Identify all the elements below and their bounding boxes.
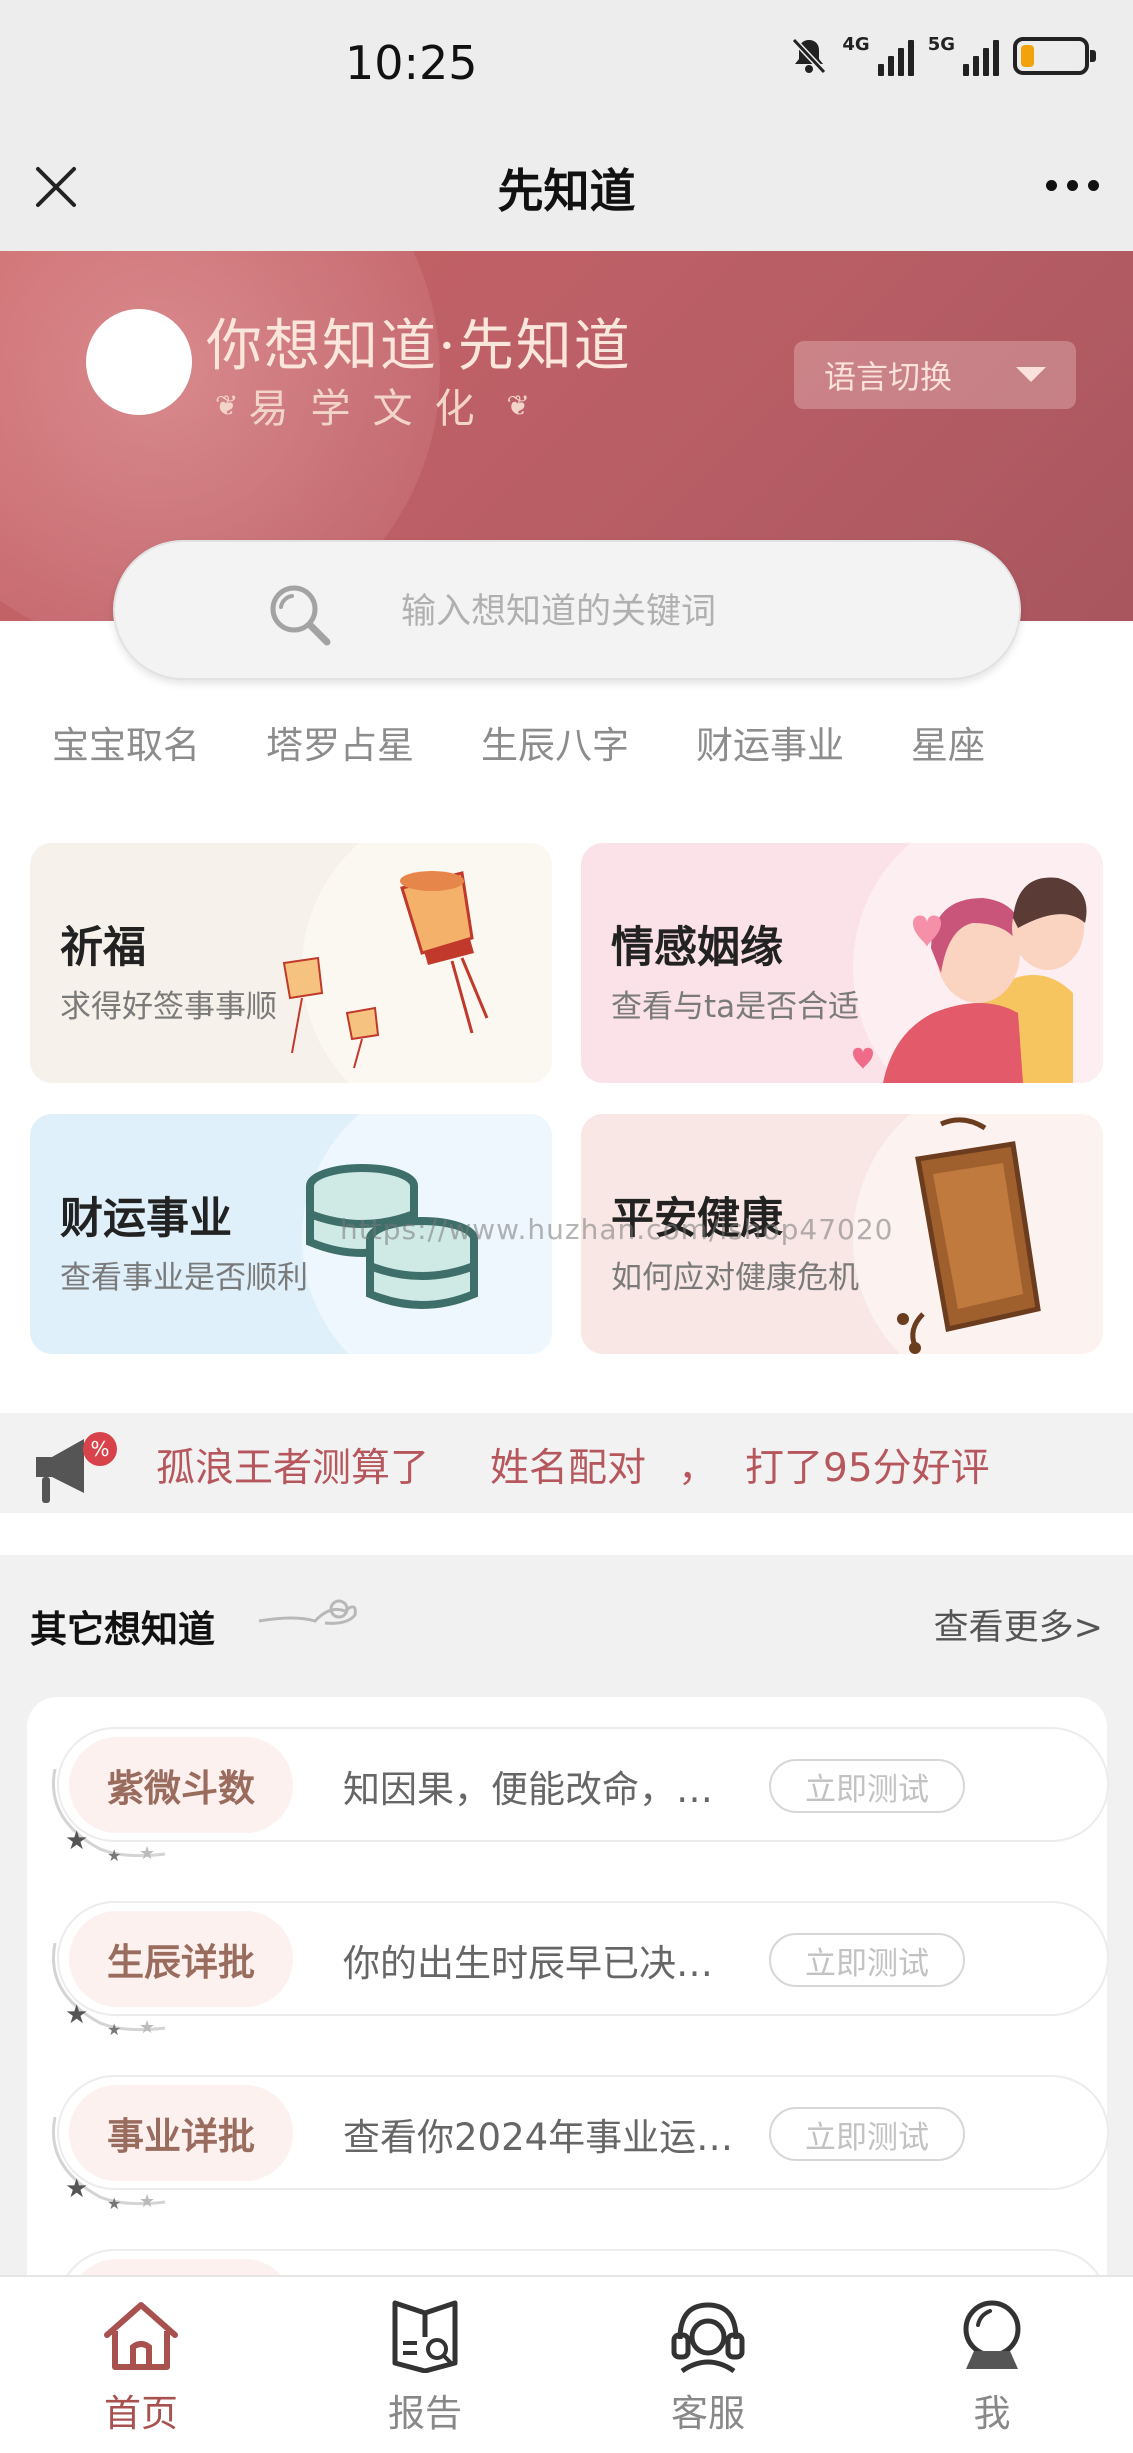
- item-name: 紫微斗数: [69, 1737, 293, 1833]
- hot-tag[interactable]: 财运事业: [696, 715, 844, 769]
- lantern-icon: [282, 871, 489, 1069]
- other-section: 其它想知道 查看更多> ★ ★ ★ 紫微斗数 知因果，便能改命，… 立即测试 ★…: [0, 1555, 1133, 2364]
- language-switch-button[interactable]: 语言切换: [794, 341, 1076, 409]
- list-item[interactable]: ★ ★ ★ 紫微斗数 知因果，便能改命，… 立即测试: [52, 1727, 1109, 1865]
- item-name: 事业详批: [69, 2085, 293, 2181]
- card-subtitle: 如何应对健康危机: [611, 1260, 859, 1296]
- svg-text:★: ★: [65, 1826, 88, 1856]
- headset-icon: [671, 2302, 745, 2373]
- cloud-ornament-icon: ❦: [506, 388, 530, 422]
- caret-down-icon: [1016, 367, 1046, 382]
- svg-text:★: ★: [139, 2017, 155, 2038]
- card-title: 祈福: [60, 923, 146, 973]
- test-now-button[interactable]: 立即测试: [769, 2107, 965, 2161]
- item-description: 查看你2024年事业运…: [343, 2116, 734, 2159]
- notice-rating: 打了95分好评: [745, 1446, 990, 1491]
- tab-me[interactable]: 我: [912, 2297, 1072, 2437]
- card-title: 财运事业: [60, 1194, 232, 1244]
- other-list: ★ ★ ★ 紫微斗数 知因果，便能改命，… 立即测试 ★ ★ ★ 生辰详批 你的…: [27, 1697, 1109, 2364]
- hot-tag[interactable]: 生辰八字: [481, 715, 629, 769]
- card-subtitle: 查看事业是否顺利: [60, 1260, 308, 1296]
- notice-user: 孤浪王者测算了: [156, 1446, 430, 1491]
- report-icon: [392, 2300, 458, 2373]
- language-switch-label: 语言切换: [824, 358, 953, 396]
- bell-muted-icon: [792, 37, 827, 75]
- test-now-button[interactable]: 立即测试: [769, 1759, 965, 1813]
- more-options-icon[interactable]: [1046, 180, 1099, 191]
- card-subtitle: 查看与ta是否合适: [611, 989, 860, 1025]
- svg-text:★: ★: [139, 2191, 155, 2212]
- hot-tag[interactable]: 星座: [911, 715, 985, 769]
- item-name: 生辰详批: [69, 1911, 293, 2007]
- svg-text:★: ★: [107, 2194, 121, 2213]
- battery-level: [1021, 45, 1035, 67]
- battery-icon: [1013, 37, 1096, 75]
- tab-report[interactable]: 报告: [345, 2297, 505, 2437]
- svg-text:%: %: [90, 1437, 109, 1461]
- title-bar: 先知道: [0, 125, 1133, 251]
- status-icons: 4G 5G: [790, 36, 1096, 76]
- cloud-ornament-icon: [258, 1599, 357, 1625]
- section-title: 其它想知道: [30, 1608, 215, 1651]
- list-item[interactable]: ★ ★ ★ 生辰详批 你的出生时辰早已决… 立即测试: [52, 1901, 1109, 2039]
- svg-text:★: ★: [65, 2000, 88, 2030]
- page-title: 先知道: [497, 164, 636, 218]
- notice-item[interactable]: 姓名配对: [490, 1437, 646, 1493]
- couple-icon: [853, 877, 1087, 1083]
- megaphone-icon: %: [36, 1432, 117, 1503]
- svg-text:★: ★: [107, 1846, 121, 1865]
- tab-home[interactable]: 首页: [61, 2297, 221, 2437]
- banner-subtitle-text: 易学文化: [248, 386, 497, 432]
- status-time: 10:25: [345, 36, 478, 90]
- signal-5g-icon: 5G: [928, 36, 999, 76]
- svg-text:★: ★: [107, 2020, 121, 2039]
- notice-bar: % 孤浪王者测算了 姓名配对 ， 打了95分好评: [0, 1413, 1133, 1513]
- hot-tag[interactable]: 塔罗占星: [266, 715, 414, 769]
- test-now-button[interactable]: 立即测试: [769, 1933, 965, 1987]
- item-description: 你的出生时辰早已决…: [343, 1942, 713, 1985]
- notice-separator: ，: [678, 1446, 718, 1491]
- status-bar: 10:25 4G 5G: [0, 0, 1133, 125]
- category-card-love[interactable]: 情感姻缘 查看与ta是否合适: [581, 843, 1103, 1083]
- see-more-link[interactable]: 查看更多>: [934, 1599, 1103, 1650]
- bottom-tab-bar: 首页 报告 客服 我: [0, 2275, 1133, 2453]
- list-item[interactable]: ★ ★ ★ 事业详批 查看你2024年事业运… 立即测试: [52, 2075, 1109, 2213]
- search-input[interactable]: [401, 582, 961, 642]
- card-title: 情感姻缘: [611, 923, 783, 973]
- svg-text:★: ★: [65, 2174, 88, 2204]
- home-icon: [104, 2302, 178, 2370]
- tab-service[interactable]: 客服: [628, 2297, 788, 2437]
- item-description: 知因果，便能改命，…: [343, 1768, 713, 1811]
- tab-label: 首页: [104, 2392, 178, 2435]
- banner-subtitle: ❦ 易学文化 ❦: [215, 376, 530, 434]
- crystal-ball-icon: [963, 2300, 1021, 2369]
- avatar[interactable]: [86, 309, 192, 415]
- hot-tags: 宝宝取名 塔罗占星 生辰八字 财运事业 星座: [0, 715, 1133, 775]
- signal-4g-icon: 4G: [842, 36, 914, 76]
- tab-label: 报告: [388, 2392, 462, 2435]
- hot-tag[interactable]: 宝宝取名: [52, 715, 200, 769]
- watermark-text: https://www.huzhan.com/ishop47020: [340, 1213, 894, 1246]
- cloud-ornament-icon: ❦: [215, 388, 239, 422]
- search-icon: [270, 585, 331, 646]
- banner-slogan: 你想知道·先知道: [206, 314, 632, 379]
- category-card-prayer[interactable]: 祈福 求得好签事事顺: [30, 843, 552, 1083]
- tab-label: 我: [973, 2392, 1011, 2435]
- card-subtitle: 求得好签事事顺: [60, 989, 277, 1025]
- section-gap: [0, 1513, 1133, 1555]
- search-box[interactable]: [113, 540, 1021, 680]
- svg-text:★: ★: [139, 1843, 155, 1864]
- tab-label: 客服: [671, 2392, 745, 2435]
